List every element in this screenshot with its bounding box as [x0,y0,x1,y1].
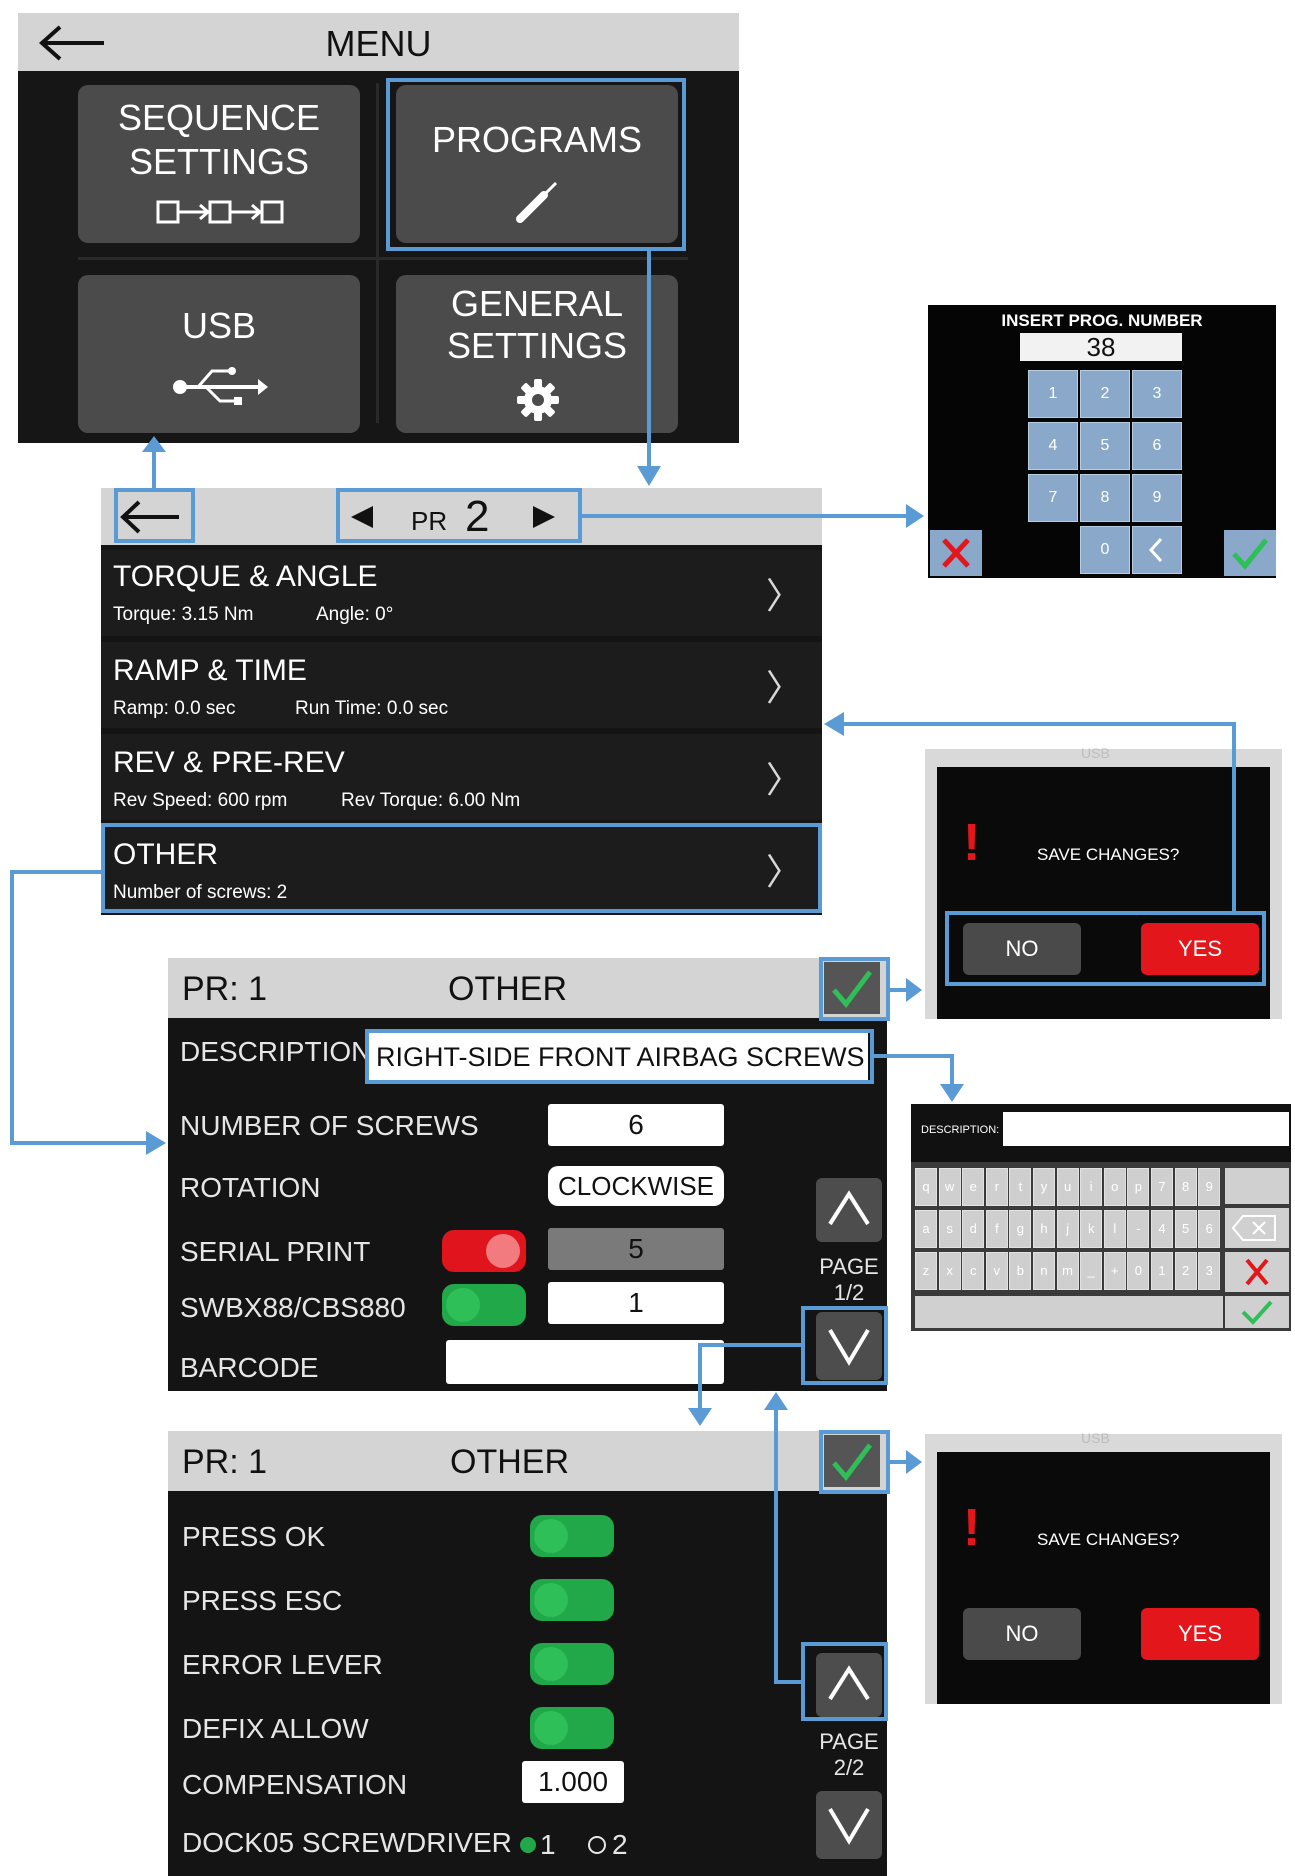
flow-connectors [10,251,1236,1684]
